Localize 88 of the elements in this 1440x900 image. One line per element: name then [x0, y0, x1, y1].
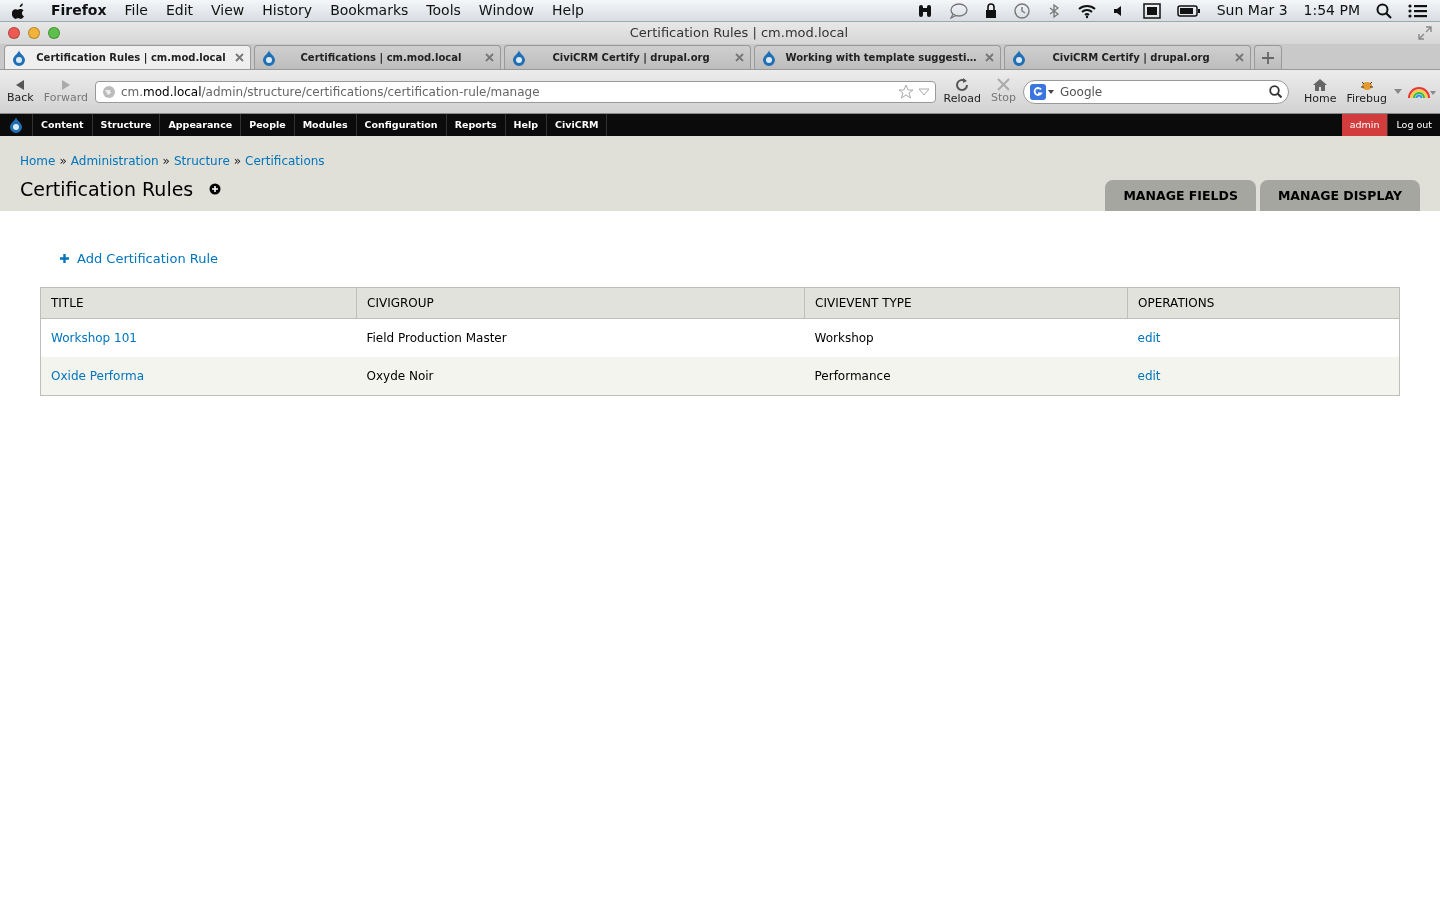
globe-icon	[101, 84, 116, 99]
window-title: Certification Rules | cm.mod.local	[628, 24, 850, 43]
apple-logo-icon[interactable]	[12, 2, 26, 19]
new-tab-button[interactable]	[1254, 45, 1282, 69]
browser-tab[interactable]: Certifications | cm.mod.local	[254, 45, 501, 69]
search-engine-icon[interactable]	[1029, 83, 1054, 100]
close-icon[interactable]	[735, 53, 744, 62]
breadcrumb-link[interactable]: Home	[20, 152, 56, 170]
wifi-icon[interactable]	[1076, 2, 1097, 19]
zoom-window-button[interactable]	[48, 27, 60, 39]
table-cell: Performance	[804, 356, 1128, 395]
menu-item[interactable]: Edit	[156, 0, 203, 21]
close-icon[interactable]	[1235, 53, 1244, 62]
minimize-window-button[interactable]	[28, 27, 40, 39]
breadcrumb-link[interactable]: Structure	[173, 152, 230, 170]
close-window-button[interactable]	[8, 27, 20, 39]
browser-tab[interactable]: CiviCRM Certify | drupal.org	[1004, 45, 1251, 69]
clock-icon[interactable]	[1012, 1, 1031, 20]
lock-icon[interactable]	[984, 2, 997, 19]
close-icon[interactable]	[235, 53, 244, 62]
right-arrow-icon	[60, 78, 71, 91]
table-cell: Oxyde Noir	[356, 356, 805, 395]
search-box[interactable]: Google	[1022, 79, 1289, 104]
reload-icon	[955, 77, 970, 92]
column-header: CIVIEVENT TYPE	[804, 287, 1128, 318]
edit-link[interactable]: edit	[1137, 330, 1161, 345]
search-icon[interactable]	[1376, 2, 1392, 19]
url-text: cm.mod.local/admin/structure/certifications/certification-rule/manage	[120, 83, 541, 101]
menu-item[interactable]: Tools	[417, 0, 470, 21]
drop-icon	[1011, 48, 1027, 67]
rainbow-icon[interactable]	[1406, 84, 1436, 99]
drop-icon	[761, 48, 777, 67]
firebug-button[interactable]: Firebug	[1343, 77, 1390, 106]
tab[interactable]: MANAGE FIELDS	[1105, 180, 1256, 211]
breadcrumb-link[interactable]: Administration	[70, 152, 159, 170]
menu-item[interactable]: Bookmarks	[321, 0, 418, 21]
table-cell: Field Production Master	[356, 318, 805, 357]
menu-item[interactable]: Window	[469, 0, 544, 21]
logout-link[interactable]: Log out	[1388, 114, 1440, 136]
drop-icon	[11, 48, 27, 67]
search-icon[interactable]	[1268, 85, 1282, 98]
house-icon	[1312, 77, 1329, 92]
menubar-time: 1:54 PM	[1303, 1, 1360, 20]
star-icon[interactable]	[898, 83, 915, 100]
breadcrumb-link[interactable]: Certifications	[245, 152, 325, 170]
menu-item[interactable]: View	[202, 0, 254, 21]
dropdown-arrow-icon[interactable]	[919, 87, 930, 96]
left-arrow-icon	[15, 78, 26, 91]
plus-icon[interactable]	[60, 254, 69, 264]
close-icon[interactable]	[985, 53, 994, 62]
column-header: CIVIGROUP	[356, 287, 805, 318]
menu-item[interactable]: Help	[543, 0, 593, 21]
browser-tab[interactable]: Certification Rules | cm.mod.local	[4, 45, 251, 69]
title-link[interactable]: Oxide Performa	[51, 368, 145, 383]
edit-link[interactable]: edit	[1137, 368, 1161, 383]
address-bar[interactable]: cm.mod.local/admin/structure/certifications/certification-rule/manage	[94, 80, 937, 103]
add-rule-link[interactable]: Add Certification Rule	[77, 249, 219, 269]
column-header: OPERATIONS	[1127, 287, 1400, 318]
back-button[interactable]: Back	[4, 78, 37, 105]
tab[interactable]: MANAGE DISPLAY	[1259, 180, 1420, 211]
dropdown-arrow-icon[interactable]	[1394, 88, 1402, 95]
add-shortcut-icon[interactable]	[209, 183, 222, 196]
column-header: TITLE	[40, 287, 357, 318]
list-icon[interactable]	[1408, 2, 1428, 19]
x-icon	[996, 78, 1010, 92]
breadcrumb-separator: »	[233, 153, 242, 170]
battery-icon[interactable]	[1176, 3, 1201, 18]
page-title: Certification Rules	[20, 178, 194, 201]
speech-bubble-icon[interactable]	[948, 2, 969, 19]
menu-item[interactable]: History	[253, 0, 322, 21]
drop-icon	[8, 116, 24, 134]
fullscreen-icon[interactable]	[1418, 26, 1432, 40]
table-cell: Workshop	[804, 318, 1128, 357]
breadcrumb-separator: »	[162, 153, 170, 170]
home-button[interactable]: Home	[1300, 77, 1340, 106]
drop-icon	[511, 48, 527, 67]
menubar-date: Sun Mar 3	[1216, 1, 1288, 20]
menu-item[interactable]: File	[115, 0, 157, 21]
app-menu[interactable]: Firefox	[42, 0, 116, 21]
browser-tab[interactable]: Working with template suggesti…	[754, 45, 1001, 69]
close-icon[interactable]	[485, 53, 494, 62]
user-link[interactable]: admin	[1341, 114, 1389, 136]
breadcrumb-separator: »	[59, 153, 67, 170]
title-link[interactable]: Workshop 101	[51, 330, 137, 345]
browser-tab[interactable]: CiviCRM Certify | drupal.org	[504, 45, 751, 69]
drop-icon	[261, 48, 277, 67]
reload-button[interactable]: Reload	[940, 77, 984, 106]
plus-icon	[1262, 51, 1274, 64]
